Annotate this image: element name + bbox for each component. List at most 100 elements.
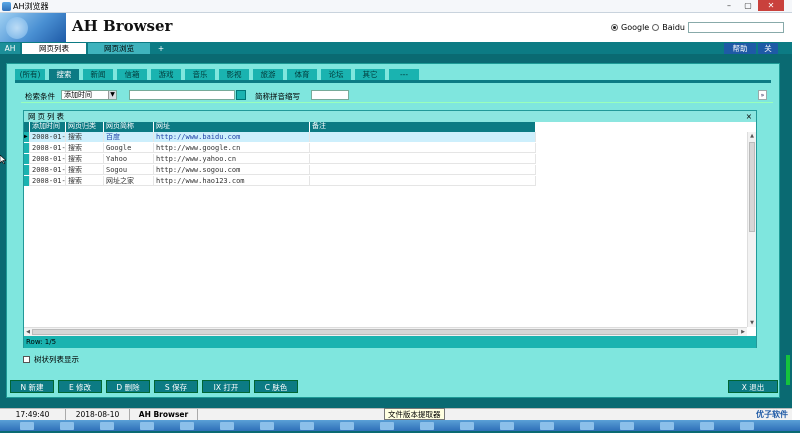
vertical-scroll-thumb[interactable] [749,142,755,232]
scroll-up-icon[interactable]: ▲ [748,132,756,140]
tree-toggle[interactable]: 树状列表显示 [23,354,79,365]
keyword-input[interactable] [129,90,235,100]
tree-checkbox[interactable] [23,356,30,363]
window-controls: – ▢ ✕ [720,0,784,12]
taskbar-app-icon[interactable] [60,422,74,430]
tooltip: 文件版本提取器 [384,408,445,420]
taskbar-app-icon[interactable] [260,422,274,430]
category-tab[interactable]: 影视 [219,69,249,80]
taskbar-app-icon[interactable] [700,422,714,430]
cell-url: http://www.yahoo.cn [154,154,310,164]
taskbar-app-icon[interactable] [620,422,634,430]
google-radio[interactable] [611,24,619,31]
col-category[interactable]: 网页归类 [66,122,104,132]
category-tabs: (所有) 搜索 新闻 信箱 游戏 音乐 影视 旅游 体育 论坛 其它 --- [15,69,419,80]
filter-go-button[interactable] [236,90,246,100]
taskbar-app-icon[interactable] [140,422,154,430]
taskbar-app-icon[interactable] [20,422,34,430]
taskbar-app-icon[interactable] [540,422,554,430]
category-tab[interactable]: (所有) [15,69,45,80]
col-note[interactable]: 备注 [310,122,536,132]
condition-label: 检索条件 [25,92,55,101]
scroll-left-icon[interactable]: ◀ [24,328,32,336]
category-tab-active[interactable]: 搜索 [49,69,79,80]
app-icon [2,2,11,11]
scroll-right-icon[interactable]: ▶ [739,328,747,336]
engine-search-input[interactable] [688,22,784,33]
cell-note [310,154,536,164]
category-tab[interactable]: 其它 [355,69,385,80]
delete-button[interactable]: D 删除 [106,380,150,393]
condition-value: 添加时间 [64,91,92,99]
help-button[interactable]: 帮助 [724,43,756,54]
main-tabbar: AH 网页列表 网页浏览 + 帮助 关 [0,42,792,54]
maximize-button[interactable]: ▢ [739,0,757,11]
category-tab[interactable]: 新闻 [83,69,113,80]
category-tab[interactable]: 信箱 [117,69,147,80]
tree-checkbox-label: 树状列表显示 [34,355,79,364]
side-indicator [786,355,790,385]
category-tab[interactable]: --- [389,69,419,80]
taskbar-app-icon[interactable] [460,422,474,430]
cell-category: 搜索 [66,154,104,164]
tab-ah[interactable]: AH [0,43,20,54]
taskbar-app-icon[interactable] [220,422,234,430]
taskbar-app-icon[interactable] [660,422,674,430]
cell-time: 2008-01-( [32,176,66,186]
table-row[interactable]: 2008-01-( 搜索 Google http://www.google.cn [24,143,536,153]
close-window-button[interactable]: ✕ [758,0,784,11]
taskbar-app-icon[interactable] [380,422,394,430]
table-row[interactable]: 2008-01-( 搜索 网址之家 http://www.hao123.com [24,176,536,186]
taskbar-app-icon[interactable] [580,422,594,430]
table-row[interactable]: ▶ 2008-01-( 搜索 百度 http://www.baidu.com [24,132,536,142]
save-button[interactable]: S 保存 [154,380,198,393]
grid-close-icon[interactable]: × [746,111,752,122]
baidu-radio[interactable] [652,24,660,31]
edit-button[interactable]: E 修改 [58,380,102,393]
expand-icon[interactable]: » [758,90,767,100]
cell-note [310,176,536,186]
window-title: AH浏览器 [13,2,49,11]
category-tab[interactable]: 游戏 [151,69,181,80]
skin-color-button[interactable]: C 肤色 [254,380,298,393]
taskbar-app-icon[interactable] [740,422,754,430]
table-row[interactable]: 2008-01-( 搜索 Sogou http://www.sogou.com [24,165,536,175]
horizontal-scrollbar[interactable]: ◀ ▶ [24,327,747,336]
vertical-scrollbar[interactable]: ▲ ▼ [747,132,756,327]
taskbar-app-icon[interactable] [100,422,114,430]
cell-time: 2008-01-( [32,165,66,175]
scroll-down-icon[interactable]: ▼ [748,319,756,327]
exit-button[interactable]: X 退出 [728,380,778,393]
cell-time: 2008-01-( [32,143,66,153]
minimize-button[interactable]: – [720,0,738,11]
cell-category: 搜索 [66,165,104,175]
grid-status: Row: 1/5 [24,336,756,348]
taskbar-app-icon[interactable] [500,422,514,430]
cell-url: http://www.baidu.com [154,132,310,142]
filter-row: 检索条件 添加时间 ▼ 简称拼音缩写 » [21,89,773,103]
tab-page-list[interactable]: 网页列表 [22,43,86,54]
close-tab-button[interactable]: 关 [758,43,778,54]
new-button[interactable]: N 新建 [10,380,54,393]
pinyin-input[interactable] [311,90,349,100]
category-tab[interactable]: 体育 [287,69,317,80]
col-name[interactable]: 网页简称 [104,122,154,132]
col-time[interactable]: 添加时间 [30,122,66,132]
condition-select[interactable]: 添加时间 ▼ [61,90,117,100]
horizontal-scroll-thumb[interactable] [32,329,738,335]
chevron-down-icon[interactable]: ▼ [108,91,116,99]
google-radio-label: Google [621,23,650,32]
table-row[interactable]: 2008-01-( 搜索 Yahoo http://www.yahoo.cn [24,154,536,164]
taskbar-app-icon[interactable] [300,422,314,430]
open-button[interactable]: IX 打开 [202,380,250,393]
new-tab-button[interactable]: + [154,43,168,54]
category-tab[interactable]: 旅游 [253,69,283,80]
category-tab[interactable]: 论坛 [321,69,351,80]
col-url[interactable]: 网址 [154,122,310,132]
category-tab[interactable]: 音乐 [185,69,215,80]
cell-note [310,165,536,175]
taskbar-app-icon[interactable] [340,422,354,430]
taskbar-app-icon[interactable] [420,422,434,430]
taskbar-app-icon[interactable] [180,422,194,430]
tab-page-browse[interactable]: 网页浏览 [88,43,150,54]
